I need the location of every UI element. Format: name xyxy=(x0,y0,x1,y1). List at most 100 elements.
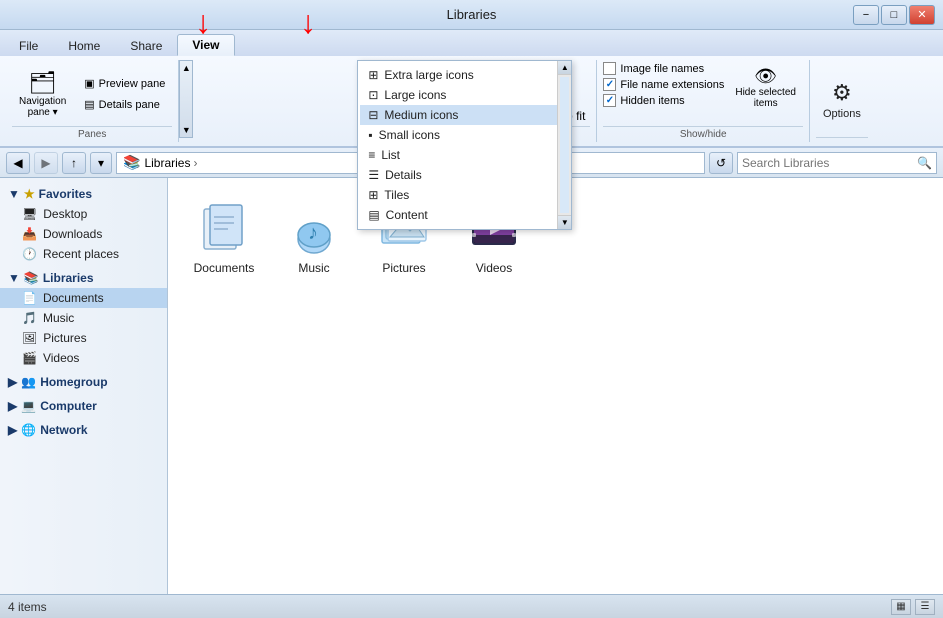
library-music[interactable]: ♪ Music xyxy=(274,194,354,282)
medium-icon: ⊟ xyxy=(368,108,378,122)
list-view-button[interactable]: ☰ xyxy=(915,599,935,615)
hidden-checkbox[interactable]: ✓ xyxy=(603,94,616,107)
layout-medium[interactable]: ⊟ Medium icons xyxy=(360,105,569,125)
favorites-star-icon: ★ xyxy=(24,187,35,201)
sidebar-item-documents[interactable]: 📄 Documents xyxy=(0,288,167,308)
file-name-extensions-check[interactable]: ✓ File name extensions xyxy=(603,78,724,91)
sidebar-item-videos[interactable]: 🎬 Videos xyxy=(0,348,167,368)
refresh-button[interactable]: ↺ xyxy=(709,152,733,174)
libraries-label: Libraries xyxy=(43,271,94,285)
image-checkbox[interactable] xyxy=(603,62,616,75)
music-label: Music xyxy=(298,261,329,275)
pane-buttons: ▣ Preview pane ▤ Details pane xyxy=(77,74,172,114)
sidebar-item-pictures[interactable]: 🖼 Pictures xyxy=(0,328,167,348)
scroll-up-btn[interactable]: ▲ xyxy=(558,61,571,75)
hide-selected-label: Hide selecteditems xyxy=(735,87,796,109)
layout-small[interactable]: ▪ Small icons xyxy=(360,125,569,145)
scroll-down-btn[interactable]: ▼ xyxy=(558,215,571,229)
show-hide-content: Image file names ✓ File name extensions … xyxy=(603,62,803,126)
layout-scroll-up[interactable]: ▲ xyxy=(182,63,191,73)
nav-pane-icon: 🗂 xyxy=(29,70,57,96)
libraries-arrow: ▼ xyxy=(8,271,20,285)
main-area: ▼ ★ Favorites 🖥 Desktop 📥 Downloads 🕐 Re… xyxy=(0,178,943,594)
computer-expand: ▶ xyxy=(8,399,17,413)
large-icon: ⊡ xyxy=(368,88,378,102)
up-button[interactable]: ↑ xyxy=(62,152,86,174)
preview-label: Preview pane xyxy=(99,78,166,90)
search-input[interactable] xyxy=(742,156,913,170)
documents-icon xyxy=(196,201,252,257)
show-hide-group: Image file names ✓ File name extensions … xyxy=(597,60,810,142)
search-box[interactable]: 🔍 xyxy=(737,152,937,174)
details-pane-button[interactable]: ▤ Details pane xyxy=(77,95,172,114)
close-button[interactable]: ✕ xyxy=(909,5,935,25)
extensions-checkbox[interactable]: ✓ xyxy=(603,78,616,91)
network-label: Network xyxy=(40,423,87,437)
recent-locations-button[interactable]: ▾ xyxy=(90,152,112,174)
library-documents[interactable]: Documents xyxy=(184,194,264,282)
details-view-button[interactable]: ▦ xyxy=(891,599,911,615)
homegroup-header[interactable]: ▶ 👥 Homegroup xyxy=(0,372,167,392)
nav-pane-label: Navigationpane ▾ xyxy=(19,96,66,118)
libraries-section: ▼ 📚 Libraries 📄 Documents 🎵 Music 🖼 Pict… xyxy=(0,268,167,368)
details-label: Details pane xyxy=(99,99,160,111)
tab-file[interactable]: File xyxy=(4,34,53,56)
small-icon: ▪ xyxy=(368,128,372,142)
layout-list[interactable]: ≡ List xyxy=(360,145,569,165)
item-count: 4 items xyxy=(8,600,47,614)
network-header[interactable]: ▶ 🌐 Network xyxy=(0,420,167,440)
minimize-button[interactable]: − xyxy=(853,5,879,25)
sidebar-item-music[interactable]: 🎵 Music xyxy=(0,308,167,328)
tab-share[interactable]: Share xyxy=(115,34,177,56)
music-icon: ♪ xyxy=(286,201,342,257)
homegroup-expand: ▶ xyxy=(8,375,17,389)
homegroup-section: ▶ 👥 Homegroup xyxy=(0,372,167,392)
folder-icon: 📚 xyxy=(123,154,140,171)
pictures-label: Pictures xyxy=(43,331,86,345)
content-icon: ▤ xyxy=(368,208,379,222)
recent-label: Recent places xyxy=(43,247,119,261)
extra-large-icon: ⊞ xyxy=(368,68,378,82)
computer-header[interactable]: ▶ 💻 Computer xyxy=(0,396,167,416)
layout-scrollbar: ▲ ▼ xyxy=(557,61,571,229)
tiles-icon: ⊞ xyxy=(368,188,378,202)
layout-tiles[interactable]: ⊞ Tiles xyxy=(360,185,569,205)
panes-group: 🗂 Navigationpane ▾ ▣ Preview pane ▤ Deta… xyxy=(6,60,179,142)
ribbon-content: ↓ ↓ 🗂 Navigationpane ▾ ▣ Preview pane ▤ … xyxy=(0,56,943,146)
hide-selected-icon: 👁 xyxy=(754,66,777,87)
navigation-pane-button[interactable]: 🗂 Navigationpane ▾ xyxy=(12,66,73,122)
layout-scroll-down[interactable]: ▼ xyxy=(182,125,191,135)
tab-home[interactable]: Home xyxy=(53,34,115,56)
homegroup-icon: 👥 xyxy=(21,375,36,389)
window-controls: − □ ✕ xyxy=(853,5,935,25)
options-group: ⚙ Options xyxy=(810,60,874,142)
pictures-label: Pictures xyxy=(382,261,425,275)
search-icon: 🔍 xyxy=(917,156,932,170)
preview-pane-button[interactable]: ▣ Preview pane xyxy=(77,74,172,93)
back-button[interactable]: ◀ xyxy=(6,152,30,174)
forward-button[interactable]: ▶ xyxy=(34,152,58,174)
sidebar-item-downloads[interactable]: 📥 Downloads xyxy=(0,224,167,244)
layout-extra-large[interactable]: ⊞ Extra large icons xyxy=(360,65,569,85)
network-section: ▶ 🌐 Network xyxy=(0,420,167,440)
hidden-items-check[interactable]: ✓ Hidden items xyxy=(603,94,724,107)
window-title: Libraries xyxy=(447,7,497,22)
sidebar-item-recent[interactable]: 🕐 Recent places xyxy=(0,244,167,264)
title-bar: Libraries − □ ✕ xyxy=(0,0,943,30)
computer-icon: 💻 xyxy=(21,399,36,413)
panes-content: 🗂 Navigationpane ▾ ▣ Preview pane ▤ Deta… xyxy=(12,62,172,126)
libraries-header[interactable]: ▼ 📚 Libraries xyxy=(0,268,167,288)
options-button[interactable]: ⚙ Options xyxy=(816,76,868,124)
hide-selected-button[interactable]: 👁 Hide selecteditems xyxy=(728,62,803,113)
path-libraries: Libraries xyxy=(144,156,190,170)
layout-content[interactable]: ▤ Content xyxy=(360,205,569,225)
show-hide-label: Show/hide xyxy=(603,126,803,140)
network-icon: 🌐 xyxy=(21,423,36,437)
maximize-button[interactable]: □ xyxy=(881,5,907,25)
checkboxes-section: Image file names ✓ File name extensions … xyxy=(603,62,724,107)
image-file-names-check[interactable]: Image file names xyxy=(603,62,724,75)
sidebar-item-desktop[interactable]: 🖥 Desktop xyxy=(0,204,167,224)
favorites-header[interactable]: ▼ ★ Favorites xyxy=(0,184,167,204)
layout-details[interactable]: ☰ Details xyxy=(360,165,569,185)
layout-large[interactable]: ⊡ Large icons xyxy=(360,85,569,105)
